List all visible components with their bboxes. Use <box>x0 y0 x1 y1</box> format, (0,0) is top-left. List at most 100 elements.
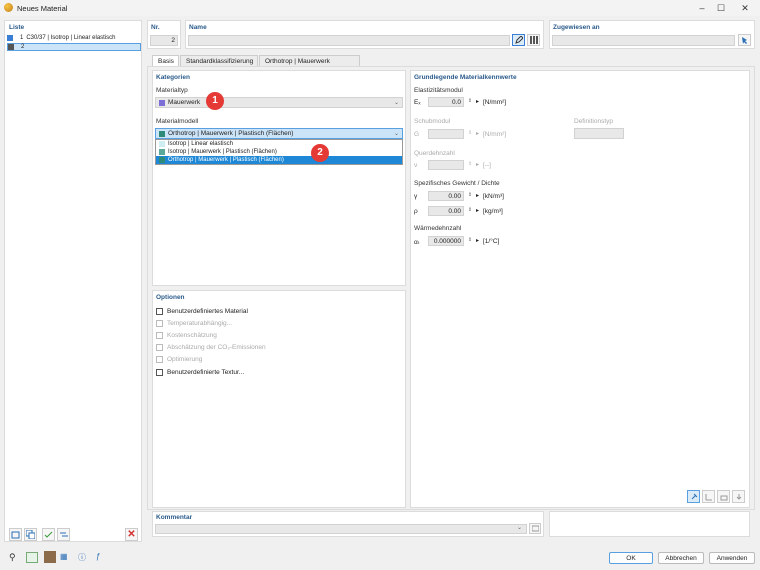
name-header: Name <box>189 24 207 31</box>
properties-panel: Grundlegende Materialkennwerte Elastizit… <box>410 70 750 508</box>
gamma-unit: [kN/m³] <box>483 193 504 200</box>
option-label: Kostenschätzung <box>167 332 217 339</box>
list-panel: Liste 1 C30/37 | Isotrop | Linear elasti… <box>4 20 142 542</box>
option-label: Benutzerdefinierte Textur... <box>167 369 245 376</box>
dropdown-option[interactable]: Isotrop | Mauerwerk | Plastisch (Flächen… <box>156 148 402 156</box>
arrow-right-icon[interactable]: ▸ <box>476 237 479 244</box>
table-icon[interactable]: ▦ <box>60 552 68 561</box>
option-optimization: Optimierung <box>156 356 202 363</box>
material-type-swatch <box>159 99 165 106</box>
options-header: Optionen <box>156 294 185 301</box>
copy-icon[interactable] <box>24 528 37 541</box>
arrow-right-icon[interactable]: ▸ <box>476 207 479 214</box>
poisson-ratio-label: Querdehnzahl <box>414 150 455 157</box>
pin-icon[interactable] <box>687 490 700 503</box>
info-icon[interactable]: ⓘ <box>78 552 86 563</box>
option-custom-material[interactable]: Benutzerdefiniertes Material <box>156 308 248 315</box>
library-icon[interactable] <box>527 34 540 46</box>
tab-standardklassifizierung[interactable]: Standardklassifizierung <box>180 55 258 66</box>
spin-icon[interactable]: ⇕ <box>464 191 476 200</box>
spin-icon[interactable]: ⇕ <box>464 97 476 106</box>
option-label: Abschätzung der CO₂-Emissionen <box>167 344 266 351</box>
script-icon[interactable]: ƒ <box>96 552 100 561</box>
checkbox <box>156 332 163 339</box>
arrow-right-icon: ▸ <box>476 162 480 168</box>
chart-icon[interactable] <box>702 490 715 503</box>
option-temperature: Temperaturabhängig... <box>156 320 232 327</box>
material-model-value: Orthotrop | Mauerwerk | Plastisch (Fläch… <box>168 130 294 137</box>
chevron-down-icon: ⌄ <box>393 100 399 106</box>
window-title: Neues Material <box>17 4 68 13</box>
assigned-input[interactable] <box>552 35 735 46</box>
new-material-icon[interactable] <box>9 528 22 541</box>
option-custom-texture[interactable]: Benutzerdefinierte Textur... <box>156 369 244 376</box>
shear-modulus-label: Schubmodul <box>414 118 451 125</box>
check-icon[interactable] <box>42 528 55 541</box>
checkbox[interactable] <box>156 308 163 315</box>
arrow-right-icon[interactable]: ▸ <box>476 192 479 199</box>
list-item-selected[interactable]: 2 <box>7 43 141 51</box>
arrow-right-icon: ▸ <box>476 131 480 137</box>
option-label: Isotrop | Linear elastisch <box>168 141 233 147</box>
comment-input[interactable] <box>155 524 527 534</box>
tab-orthotrop-mauerwerk[interactable]: Orthotrop | Mauerwerk (Flächen) <box>259 55 360 76</box>
list-item-label: C30/37 | Isotrop | Linear elastisch <box>26 35 116 41</box>
properties-header: Grundlegende Materialkennwerte <box>414 74 517 81</box>
cancel-button[interactable]: Abbrechen <box>658 552 704 564</box>
thermal-expansion-input[interactable]: 0.000000 <box>428 236 464 246</box>
option-label: Isotrop | Mauerwerk | Plastisch (Flächen… <box>168 149 277 155</box>
nr-header: Nr. <box>151 24 160 31</box>
select-objects-icon[interactable] <box>738 34 751 46</box>
spin-icon[interactable]: ⇕ <box>464 236 476 245</box>
option-label: Benutzerdefiniertes Material <box>167 308 248 315</box>
texture-icon[interactable] <box>44 551 56 563</box>
tab-basis[interactable]: Basis <box>152 55 179 66</box>
material-type-dropdown[interactable]: Mauerwerk ⌄ <box>155 97 403 108</box>
arrow-right-icon[interactable]: ▸ <box>476 98 479 105</box>
import-icon[interactable] <box>732 490 745 503</box>
delete-icon[interactable]: ✕ <box>125 528 138 541</box>
shear-modulus-symbol: G <box>414 131 420 138</box>
list-item[interactable]: 1 C30/37 | Isotrop | Linear elastisch <box>7 34 139 42</box>
list-item-number: 1 <box>20 35 24 41</box>
categories-panel: Kategorien Materialtyp Mauerwerk ⌄ Mater… <box>152 70 406 286</box>
comment-panel: Kommentar ⌄ <box>152 511 544 537</box>
material-type-value: Mauerwerk <box>168 99 201 106</box>
maximize-button[interactable]: ☐ <box>714 2 728 14</box>
spin-icon: ⇕ <box>467 130 473 136</box>
ok-button[interactable]: OK <box>609 552 653 564</box>
search-icon[interactable]: ⚲ <box>9 552 16 563</box>
apply-button[interactable]: Anwenden <box>709 552 755 564</box>
elastic-modulus-input[interactable]: 0.0 <box>428 97 464 107</box>
nr-input[interactable]: 2 <box>150 35 178 46</box>
renumber-icon[interactable] <box>57 528 70 541</box>
export-icon[interactable] <box>717 490 730 503</box>
option-cost: Kostenschätzung <box>156 332 217 339</box>
close-window-button[interactable]: ✕ <box>738 2 752 14</box>
assigned-header: Zugewiesen an <box>553 24 600 31</box>
comment-options-icon[interactable] <box>529 523 541 534</box>
material-model-dropdown[interactable]: Orthotrop | Mauerwerk | Plastisch (Fläch… <box>155 128 403 139</box>
spin-icon[interactable]: ⇕ <box>464 206 476 215</box>
comment-side-panel <box>549 511 750 537</box>
material-type-label: Materialtyp <box>156 87 188 94</box>
gamma-input[interactable]: 0.00 <box>428 191 464 201</box>
dropdown-option[interactable]: Isotrop | Linear elastisch <box>156 140 402 148</box>
material-model-label: Materialmodell <box>156 118 199 125</box>
units-icon[interactable] <box>26 552 38 563</box>
option-swatch <box>159 141 165 147</box>
edit-icon[interactable] <box>512 34 525 46</box>
app-icon <box>4 3 13 12</box>
chevron-down-icon[interactable]: ⌄ <box>517 524 522 531</box>
thermal-expansion-symbol: αₜ <box>414 239 420 246</box>
option-label: Optimierung <box>167 356 203 363</box>
minimize-button[interactable]: – <box>695 2 709 14</box>
dropdown-option-selected[interactable]: Orthotrop | Mauerwerk | Plastisch (Fläch… <box>156 156 402 164</box>
rho-input[interactable]: 0.00 <box>428 206 464 216</box>
categories-header: Kategorien <box>156 74 190 81</box>
definition-type-field <box>574 128 624 139</box>
poisson-ratio-unit: [--] <box>483 162 491 169</box>
checkbox[interactable] <box>156 369 163 376</box>
name-input[interactable] <box>188 35 510 46</box>
elastic-modulus-unit: [N/mm²] <box>483 99 507 106</box>
